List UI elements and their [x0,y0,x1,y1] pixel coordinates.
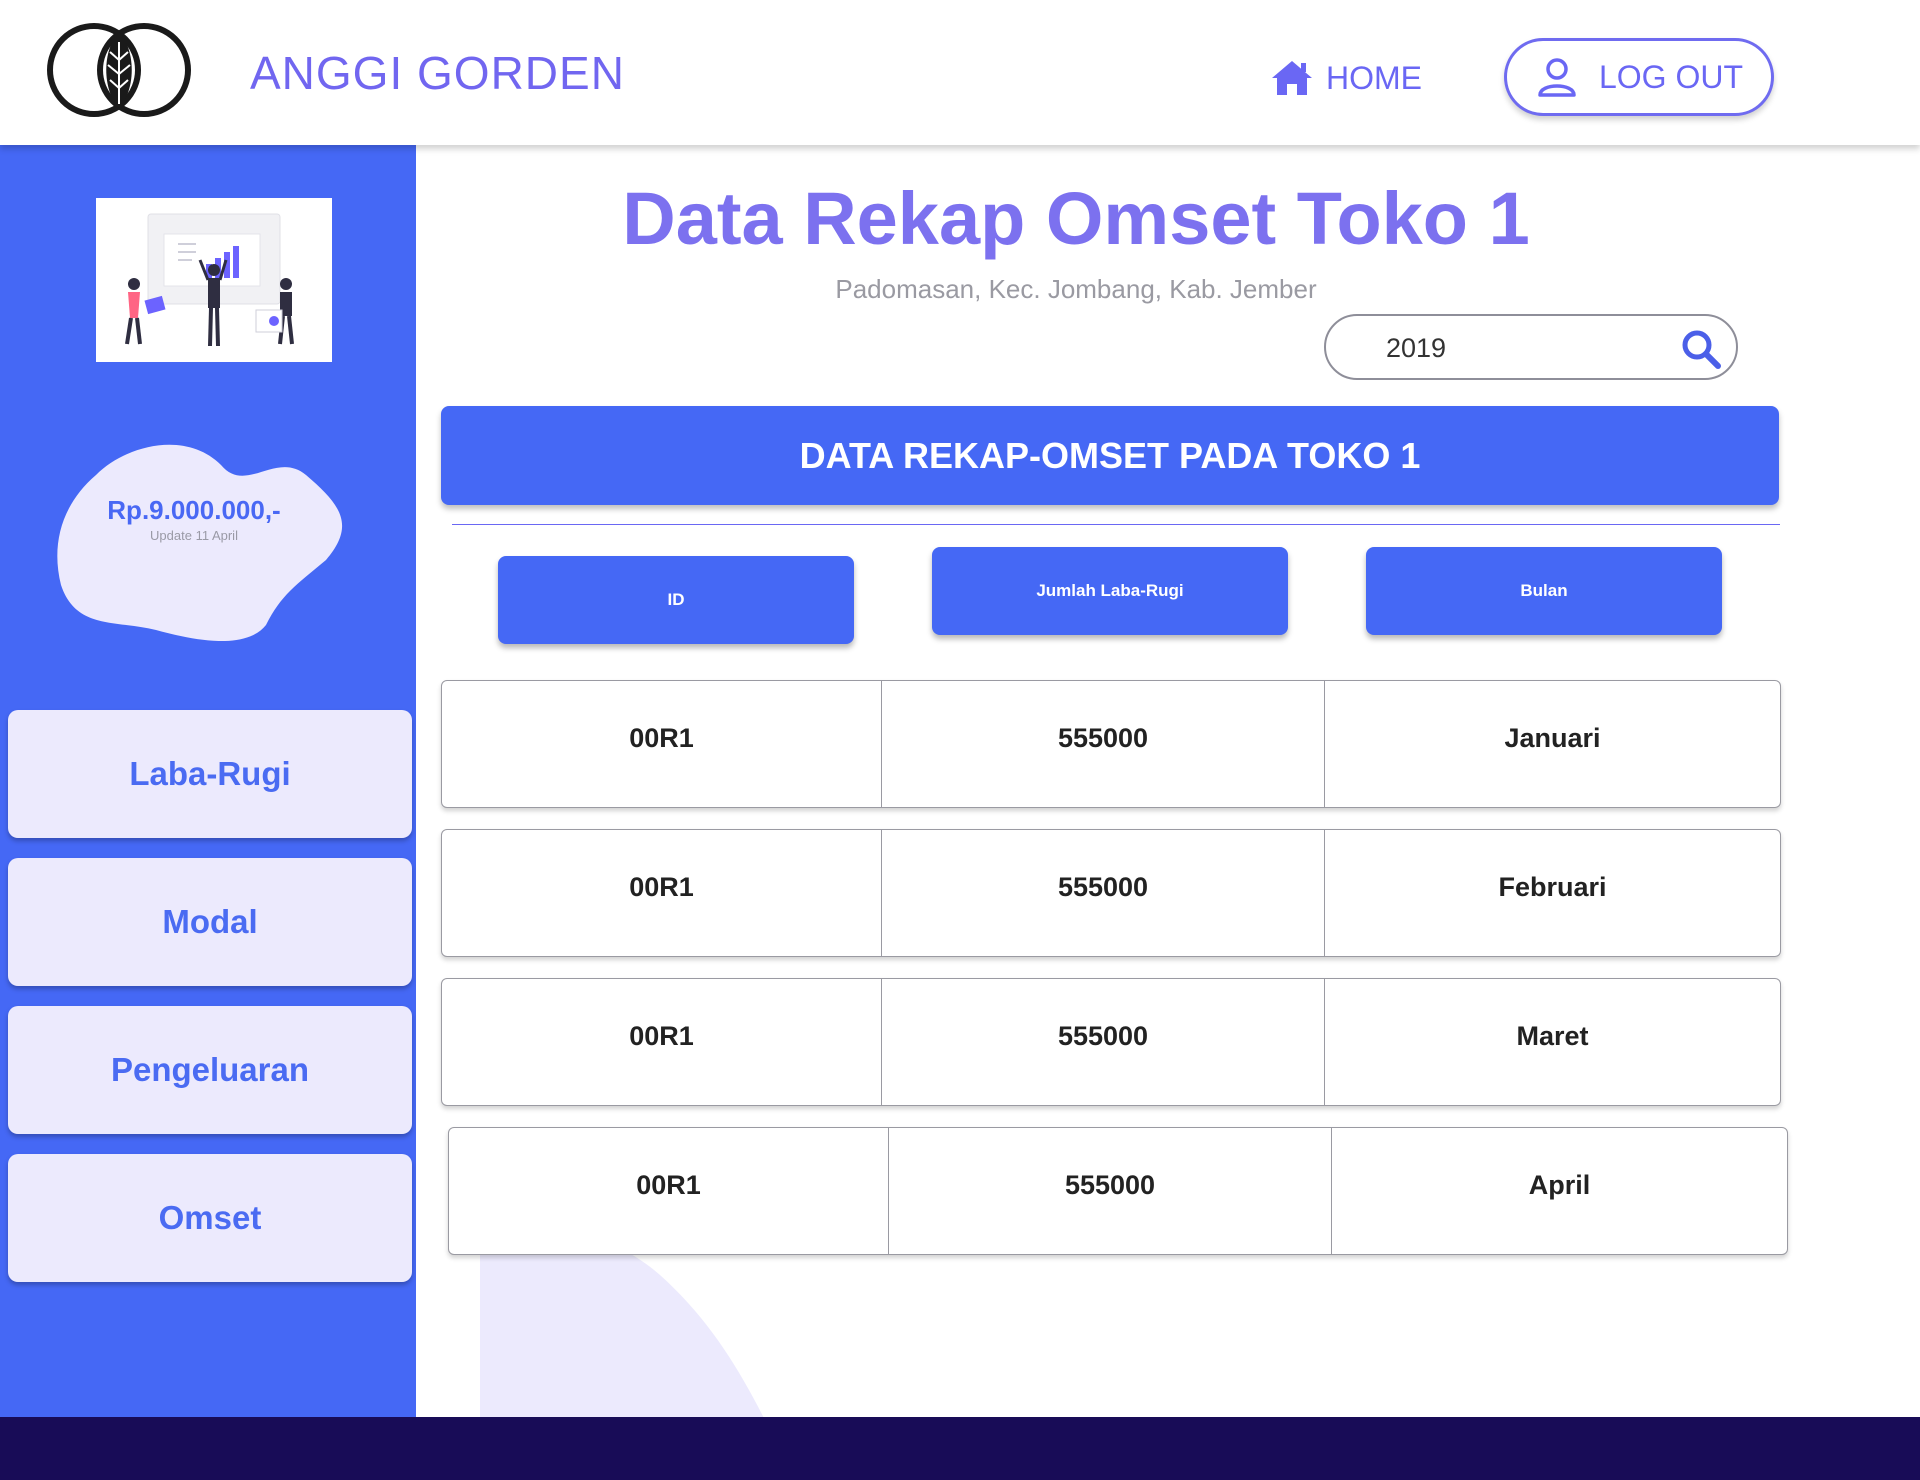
cell-jumlah: 555000 [882,681,1325,807]
nav-omset[interactable]: Omset [8,1154,412,1282]
logo-icon [47,23,191,117]
column-header-id[interactable]: ID [498,556,854,644]
user-icon [1538,58,1576,97]
year-search-input[interactable] [1386,328,1646,368]
cell-id: 00R1 [442,830,882,956]
page-subtitle: Padomasan, Kec. Jombang, Kab. Jember [835,274,1317,304]
table-row: 00R1 555000 Januari [441,680,1781,808]
cell-bulan: Januari [1504,723,1601,753]
nav-pengeluaran[interactable]: Pengeluaran [8,1006,412,1134]
nav-modal[interactable]: Modal [8,858,412,986]
cell-jumlah: 555000 [882,979,1325,1105]
footer-bar [0,1417,1920,1480]
table-row: 00R1 555000 April [448,1127,1788,1255]
cell-jumlah: 555000 [889,1128,1332,1254]
cell-bulan: Maret [1516,1021,1589,1051]
balance-update-date: Update 11 April [150,528,238,543]
table-row: 00R1 555000 Maret [441,978,1781,1106]
year-search-box [1324,314,1738,380]
cell-id: 00R1 [449,1128,889,1254]
analytics-illustration [96,198,332,362]
page-title: Data Rekap Omset Toko 1 [622,177,1530,260]
cell-bulan: April [1528,1170,1591,1200]
top-header: ANGGI GORDEN HOME LOG OUT [0,0,1920,145]
cell-id: 00R1 [442,681,882,807]
brand-name: ANGGI GORDEN [250,47,625,99]
home-icon [1272,61,1312,95]
divider [452,524,1780,525]
column-header-jumlah[interactable]: Jumlah Laba-Rugi [932,547,1288,635]
sidebar: Rp.9.000.000,- Update 11 April Laba-Rugi… [0,145,416,1417]
balance-display: Rp.9.000.000,- Update 11 April [46,495,342,543]
logout-label: LOG OUT [1598,58,1743,95]
cell-bulan: Februari [1498,872,1607,902]
search-icon[interactable] [1680,328,1722,370]
table-row: 00R1 555000 Februari [441,829,1781,957]
home-label: HOME [1326,59,1422,96]
balance-amount: Rp.9.000.000,- [107,495,281,525]
cell-id: 00R1 [442,979,882,1105]
home-link[interactable]: HOME [1270,58,1422,98]
section-banner: DATA REKAP-OMSET PADA TOKO 1 [441,406,1779,505]
logout-button[interactable]: LOG OUT [1504,38,1774,116]
nav-laba-rugi[interactable]: Laba-Rugi [8,710,412,838]
cell-jumlah: 555000 [882,830,1325,956]
column-header-bulan[interactable]: Bulan [1366,547,1722,635]
